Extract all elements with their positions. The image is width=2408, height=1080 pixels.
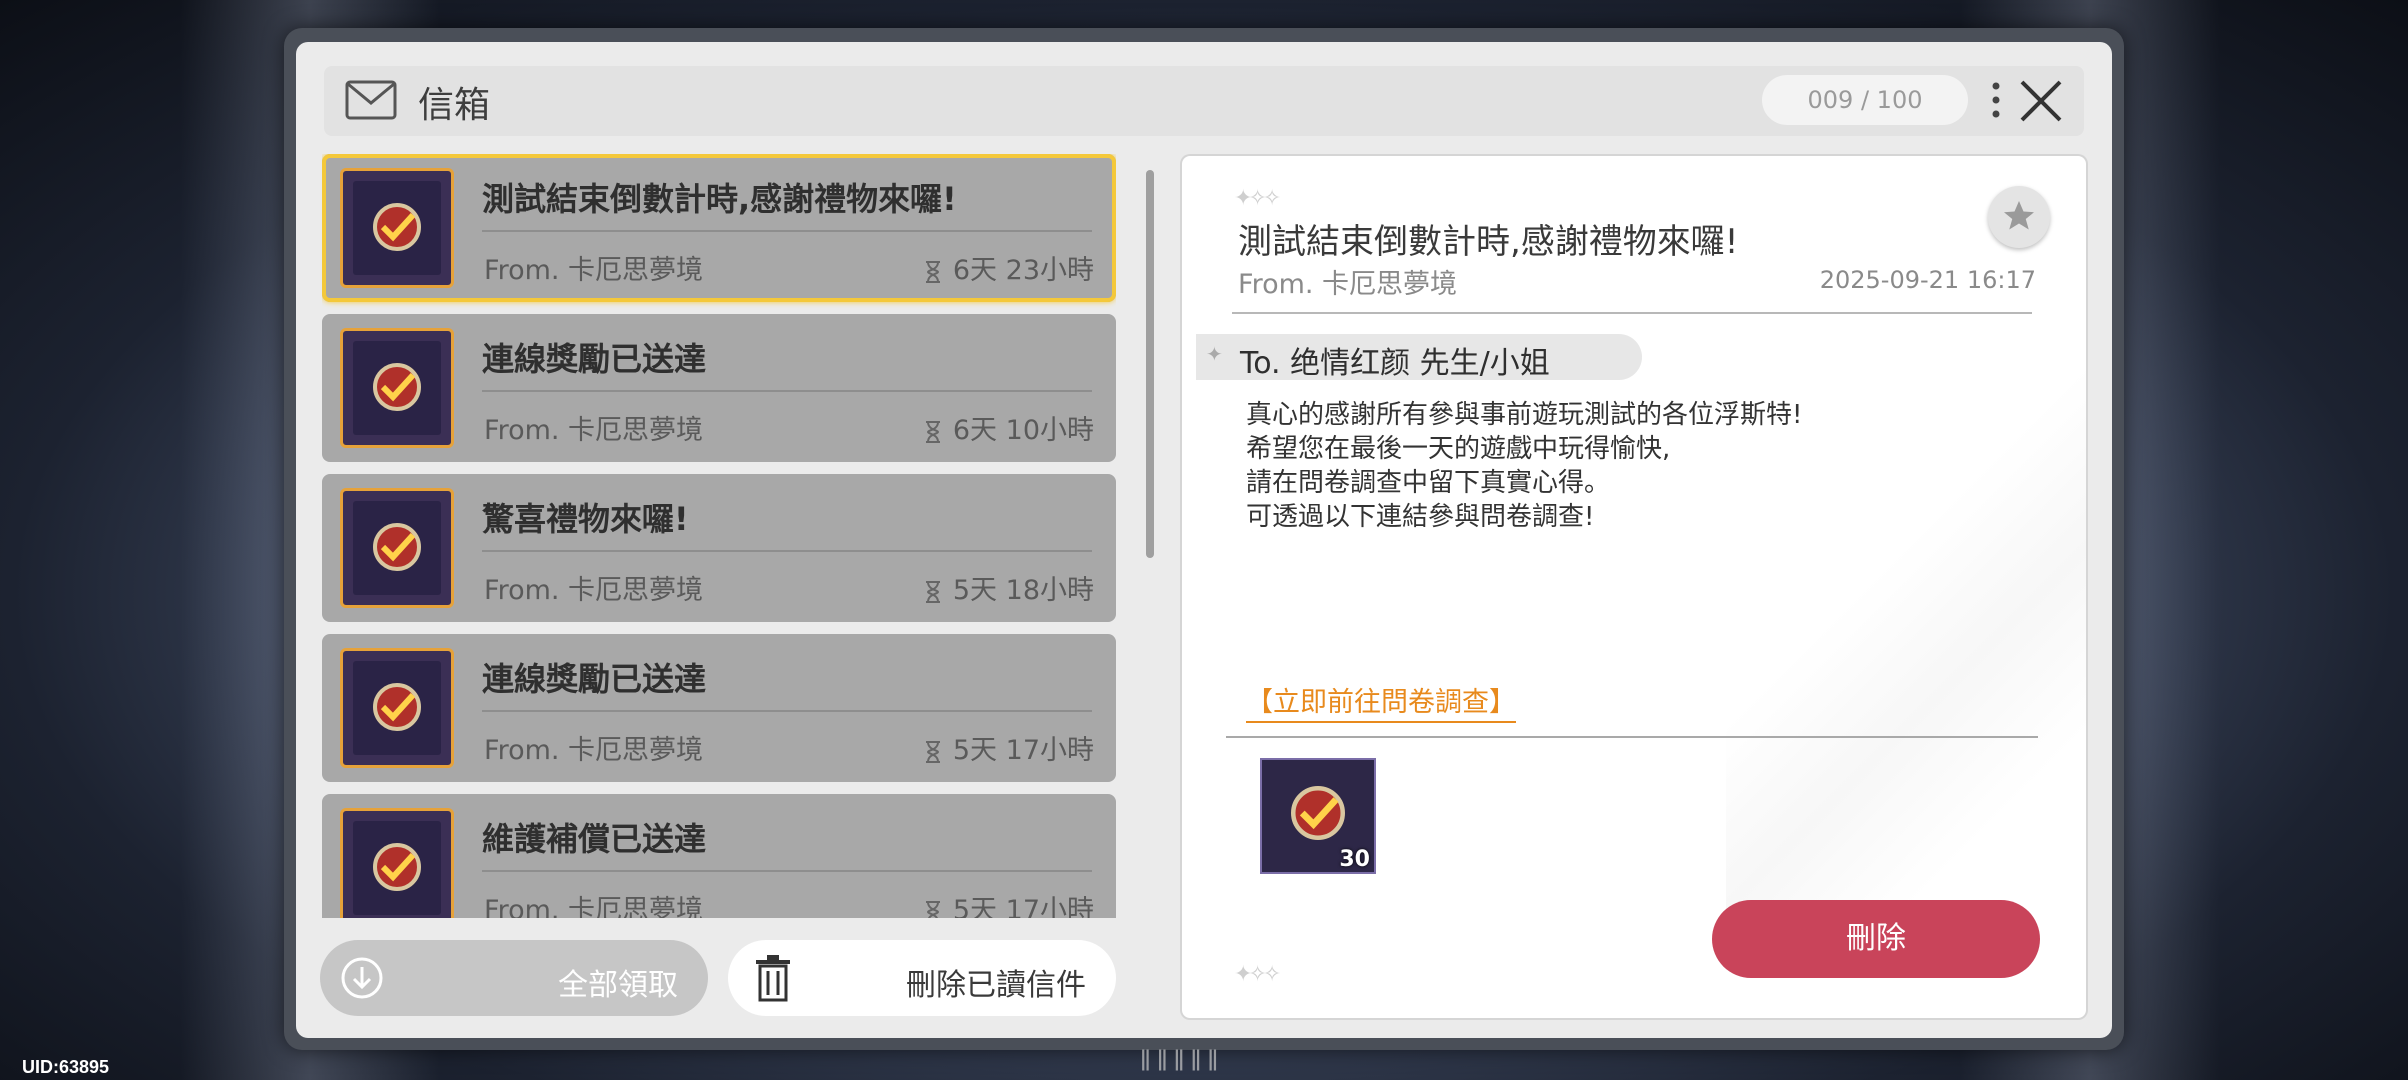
mail-sender: From. 卡厄思夢境 (484, 415, 704, 446)
mail-list-item[interactable]: 維護補償已送達 From. 卡厄思夢境 5天 17小時 (322, 794, 1116, 918)
mail-title: 維護補償已送達 (482, 820, 707, 858)
mail-sender: From. 卡厄思夢境 (484, 575, 704, 606)
mail-title: 連線獎勵已送達 (482, 340, 707, 378)
delete-read-button[interactable]: 刪除已讀信件 (728, 940, 1116, 1016)
reward-icon (340, 168, 454, 288)
decorative-pattern (1726, 356, 2086, 916)
divider (482, 710, 1092, 712)
mail-icon (345, 80, 397, 120)
mail-sender: From. 卡厄思夢境 (484, 735, 704, 766)
mail-remaining-text: 5天 18小時 (952, 575, 1094, 606)
body-line: 真心的感謝所有參與事前遊玩測試的各位浮斯特! (1246, 400, 1803, 430)
mail-remaining-text: 5天 17小時 (952, 735, 1094, 766)
user-id: UID:63895 (22, 1057, 110, 1077)
download-icon (341, 957, 383, 999)
trash-icon (756, 955, 790, 1002)
hourglass-icon (925, 260, 940, 283)
claim-all-label: 全部領取 (558, 968, 678, 1003)
close-icon[interactable] (2016, 76, 2066, 126)
claim-all-button[interactable]: 全部領取 (320, 940, 708, 1016)
reward-icon (340, 328, 454, 448)
attachment-item[interactable]: 30 (1260, 758, 1376, 874)
delete-read-label: 刪除已讀信件 (906, 968, 1086, 1003)
reward-icon (340, 488, 454, 608)
mail-expiry: 6天 23小時 (923, 248, 1094, 287)
bottom-decoration: ǁǁǁǁǁ (1140, 1047, 1225, 1072)
mail-list-item[interactable]: 驚喜禮物來囉! From. 卡厄思夢境 5天 18小時 (322, 474, 1116, 622)
detail-sender: From. 卡厄思夢境 (1238, 269, 1458, 300)
mail-title: 測試結束倒數計時,感謝禮物來囉! (482, 180, 957, 218)
mail-remaining-text: 6天 10小時 (952, 415, 1094, 446)
mail-remaining-text: 6天 23小時 (952, 255, 1094, 286)
star-icon (2004, 201, 2034, 230)
sparkle-decoration: ✦✧✧ (1234, 962, 1281, 987)
mailbox-title: 信箱 (418, 85, 491, 126)
mail-sender: From. 卡厄思夢境 (484, 895, 704, 918)
reward-icon (1291, 786, 1345, 840)
favorite-button[interactable] (1988, 186, 2050, 248)
mail-list[interactable]: 測試結束倒數計時,感謝禮物來囉! From. 卡厄思夢境 6天 23小時 連線獎… (322, 154, 1116, 918)
mail-list-item[interactable]: 連線獎勵已送達 From. 卡厄思夢境 5天 17小時 (322, 634, 1116, 782)
divider (482, 870, 1092, 872)
detail-date: 2025-09-21 16:17 (1819, 266, 2036, 294)
list-scrollbar[interactable] (1146, 170, 1154, 558)
divider (482, 390, 1092, 392)
mail-remaining-text: 5天 17小時 (952, 895, 1094, 918)
delete-button[interactable]: 刪除 (1712, 900, 2040, 978)
reward-icon (340, 808, 454, 918)
body-line: 請在問卷調查中留下真實心得。 (1246, 468, 1611, 498)
mail-expiry: 5天 18小時 (923, 568, 1094, 607)
mail-list-item[interactable]: 連線獎勵已送達 From. 卡厄思夢境 6天 10小時 (322, 314, 1116, 462)
attachment-count: 30 (1339, 847, 1370, 872)
mail-expiry: 6天 10小時 (923, 408, 1094, 447)
mail-list-item[interactable]: 測試結束倒數計時,感謝禮物來囉! From. 卡厄思夢境 6天 23小時 (322, 154, 1116, 302)
mail-counter: 009 / 100 (1762, 75, 1968, 125)
reward-icon (340, 648, 454, 768)
mail-expiry: 5天 17小時 (923, 728, 1094, 767)
body-line: 希望您在最後一天的遊戲中玩得愉快, (1246, 434, 1671, 464)
recipient-text: To. 绝情红颜 先生/小姐 (1240, 346, 1550, 381)
hourglass-icon (925, 900, 940, 918)
hourglass-icon (925, 740, 940, 763)
divider (1226, 736, 2038, 738)
hourglass-icon (925, 420, 940, 443)
sparkle-decoration: ✦ (1206, 342, 1223, 366)
survey-link[interactable]: 【立即前往問卷調查】 (1246, 680, 1516, 723)
body-line: 可透過以下連結參與問卷調查! (1246, 502, 1595, 532)
mail-title: 連線獎勵已送達 (482, 660, 707, 698)
sparkle-decoration: ✦✧✧ (1234, 186, 1281, 211)
mail-title: 驚喜禮物來囉! (482, 500, 689, 538)
divider (482, 230, 1092, 232)
detail-title: 測試結束倒數計時,感謝禮物來囉! (1238, 222, 1739, 262)
more-options-icon[interactable] (1984, 78, 2008, 122)
mail-sender: From. 卡厄思夢境 (484, 255, 704, 286)
hourglass-icon (925, 580, 940, 603)
mail-expiry: 5天 17小時 (923, 888, 1094, 918)
divider (482, 550, 1092, 552)
divider (1232, 312, 2032, 314)
